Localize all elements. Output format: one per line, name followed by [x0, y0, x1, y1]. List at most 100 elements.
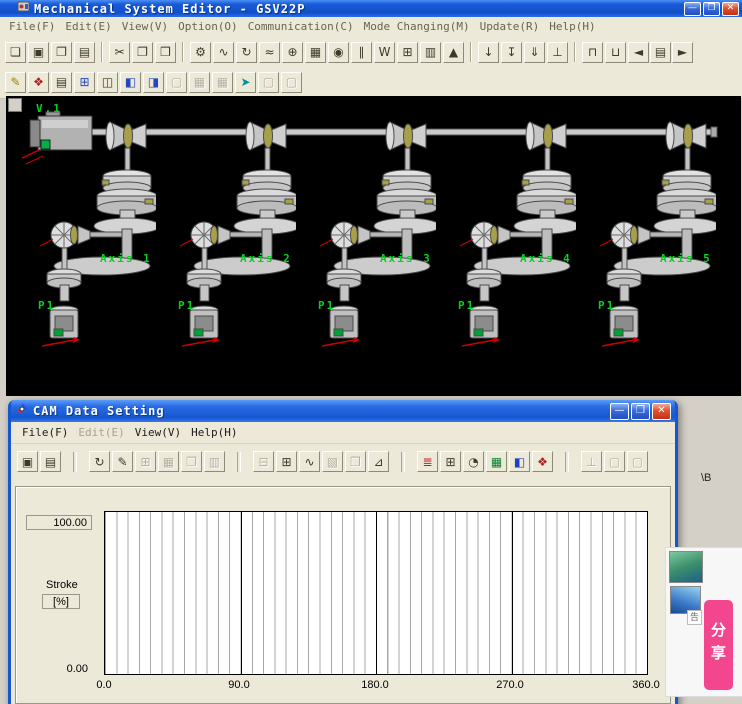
add-row-button[interactable]: ⊞	[135, 451, 156, 472]
axis-assembly[interactable]: Axis 1 P1	[16, 96, 156, 395]
blank-a-button[interactable]: ▢	[604, 451, 625, 472]
base-button[interactable]: ⊥	[581, 451, 602, 472]
maximize-button[interactable]: ❐	[703, 2, 720, 16]
timing-button[interactable]: ◔	[463, 451, 484, 472]
system-canvas[interactable]: V.1 Axis 1 P1 Axis 2 P1	[6, 96, 741, 396]
bracket-close-button[interactable]: ⊔	[605, 42, 626, 63]
copy-data-button[interactable]: ❐	[181, 451, 202, 472]
menu-item[interactable]: File(F)	[4, 18, 60, 35]
toolbar-button-icon: ▢	[632, 456, 643, 468]
close-button[interactable]: ✕	[652, 403, 671, 420]
table-button[interactable]: ⊞	[440, 451, 461, 472]
axis-assembly[interactable]: Axis 5 P1	[576, 96, 716, 395]
insert-output-button[interactable]: ↧	[501, 42, 522, 63]
insert-double-button[interactable]: ⇓	[524, 42, 545, 63]
y-max-label: 100.00	[26, 515, 92, 530]
scroll-left-button[interactable]: ◄	[628, 42, 649, 63]
shade-button[interactable]: ▧	[322, 451, 343, 472]
rotate-tool-button[interactable]: ↻	[236, 42, 257, 63]
stop-a-button[interactable]: ▢	[258, 72, 279, 93]
axis-assembly[interactable]: Axis 3 P1	[296, 96, 436, 395]
toolbar-button-icon: ≈	[264, 46, 274, 58]
cam-tool-button[interactable]: ◉	[328, 42, 349, 63]
node-tool-button[interactable]: ⊕	[282, 42, 303, 63]
grid-tool-button[interactable]: ▦	[305, 42, 326, 63]
curve-tool-button[interactable]: ≈	[259, 42, 280, 63]
page-list-button[interactable]: ▤	[650, 42, 671, 63]
layout-b-button[interactable]: ▦	[189, 72, 210, 93]
angle-button[interactable]: ⊿	[368, 451, 389, 472]
menu-item[interactable]: Communication(C)	[243, 18, 359, 35]
menu-item[interactable]: Mode Changing(M)	[359, 18, 475, 35]
insert-axis-button[interactable]: ↓	[478, 42, 499, 63]
copy-block-button[interactable]: ❒	[345, 451, 366, 472]
sheet-button[interactable]: ▤	[51, 72, 72, 93]
menu-item[interactable]: Help(H)	[186, 424, 242, 441]
insert-row-button[interactable]: ⊞	[276, 451, 297, 472]
edit-mode-button[interactable]: ✎	[5, 72, 26, 93]
w-point-tool-button[interactable]: W	[374, 42, 395, 63]
grid-button[interactable]: ▦	[158, 451, 179, 472]
menu-item[interactable]: Option(O)	[173, 18, 243, 35]
menu-item[interactable]: Help(H)	[544, 18, 600, 35]
pattern-button[interactable]: ▥	[204, 451, 225, 472]
edit-point-button[interactable]: ✎	[112, 451, 133, 472]
stop-b-button[interactable]: ▢	[281, 72, 302, 93]
print-button[interactable]: ▤	[74, 42, 95, 63]
run-button[interactable]: ➤	[235, 72, 256, 93]
gear-tool-button[interactable]: ⚙	[190, 42, 211, 63]
paste-button[interactable]: ❒	[155, 42, 176, 63]
toolbar-button-icon: ❒	[350, 456, 361, 468]
share-button[interactable]: 分享	[704, 600, 733, 690]
cam-titlebar[interactable]: CAM Data Setting — ❐ ✕	[11, 400, 675, 422]
app-icon	[17, 0, 30, 18]
wave-tool-button[interactable]: ∿	[213, 42, 234, 63]
marker-tool-button[interactable]: ▲	[443, 42, 464, 63]
main-titlebar[interactable]: Mechanical System Editor - GSV22P — ❐ ✕	[0, 0, 742, 17]
print-button[interactable]: ▤	[40, 451, 61, 472]
cut-button[interactable]: ✂	[109, 42, 130, 63]
system-button[interactable]: ❖	[532, 451, 553, 472]
curve-button[interactable]: ∿	[299, 451, 320, 472]
menu-item[interactable]: View(V)	[130, 424, 186, 441]
minimize-button[interactable]: —	[684, 2, 701, 16]
data-list-button[interactable]: ≣	[417, 451, 438, 472]
redraw-button[interactable]: ↻	[89, 451, 110, 472]
toolbar-button-icon: ▦	[310, 46, 321, 58]
split-view-button[interactable]: ◫	[97, 72, 118, 93]
layout-c-button[interactable]: ▦	[212, 72, 233, 93]
left-pane-button[interactable]: ◧	[120, 72, 141, 93]
rail-tool-button[interactable]: ∥	[351, 42, 372, 63]
save-button[interactable]: ▣	[17, 451, 38, 472]
minimize-button[interactable]: —	[610, 403, 629, 420]
insert-base-button[interactable]: ⊥	[547, 42, 568, 63]
axis-graphics	[436, 96, 576, 395]
axis-assembly[interactable]: Axis 4 P1	[436, 96, 576, 395]
new-button[interactable]: ❏	[5, 42, 26, 63]
menu-item[interactable]: View(V)	[117, 18, 173, 35]
bracket-open-button[interactable]: ⊓	[582, 42, 603, 63]
cam-plot-area[interactable]	[104, 511, 648, 675]
menu-item[interactable]: Update(R)	[475, 18, 545, 35]
system-button[interactable]: ❖	[28, 72, 49, 93]
maximize-button[interactable]: ❐	[631, 403, 650, 420]
copy-button[interactable]: ❐	[132, 42, 153, 63]
green-grid-button[interactable]: ▦	[486, 451, 507, 472]
menu-item[interactable]: File(F)	[17, 424, 73, 441]
remove-row-button[interactable]: ⊟	[253, 451, 274, 472]
blue-pane-button[interactable]: ◧	[509, 451, 530, 472]
save-as-button[interactable]: ❐	[51, 42, 72, 63]
pattern-tool-button[interactable]: ▥	[420, 42, 441, 63]
menu-item[interactable]: Edit(E)	[60, 18, 116, 35]
save-button[interactable]: ▣	[28, 42, 49, 63]
layout-a-button[interactable]: ▢	[166, 72, 187, 93]
ad-thumbnail-1[interactable]	[669, 551, 703, 583]
axis-assembly[interactable]: Axis 2 P1	[156, 96, 296, 395]
right-pane-button[interactable]: ◨	[143, 72, 164, 93]
menu-item[interactable]: Edit(E)	[73, 424, 129, 441]
scroll-right-button[interactable]: ►	[672, 42, 693, 63]
close-button[interactable]: ✕	[722, 2, 739, 16]
blank-b-button[interactable]: ▢	[627, 451, 648, 472]
add-table-button[interactable]: ⊞	[74, 72, 95, 93]
table-tool-button[interactable]: ⊞	[397, 42, 418, 63]
